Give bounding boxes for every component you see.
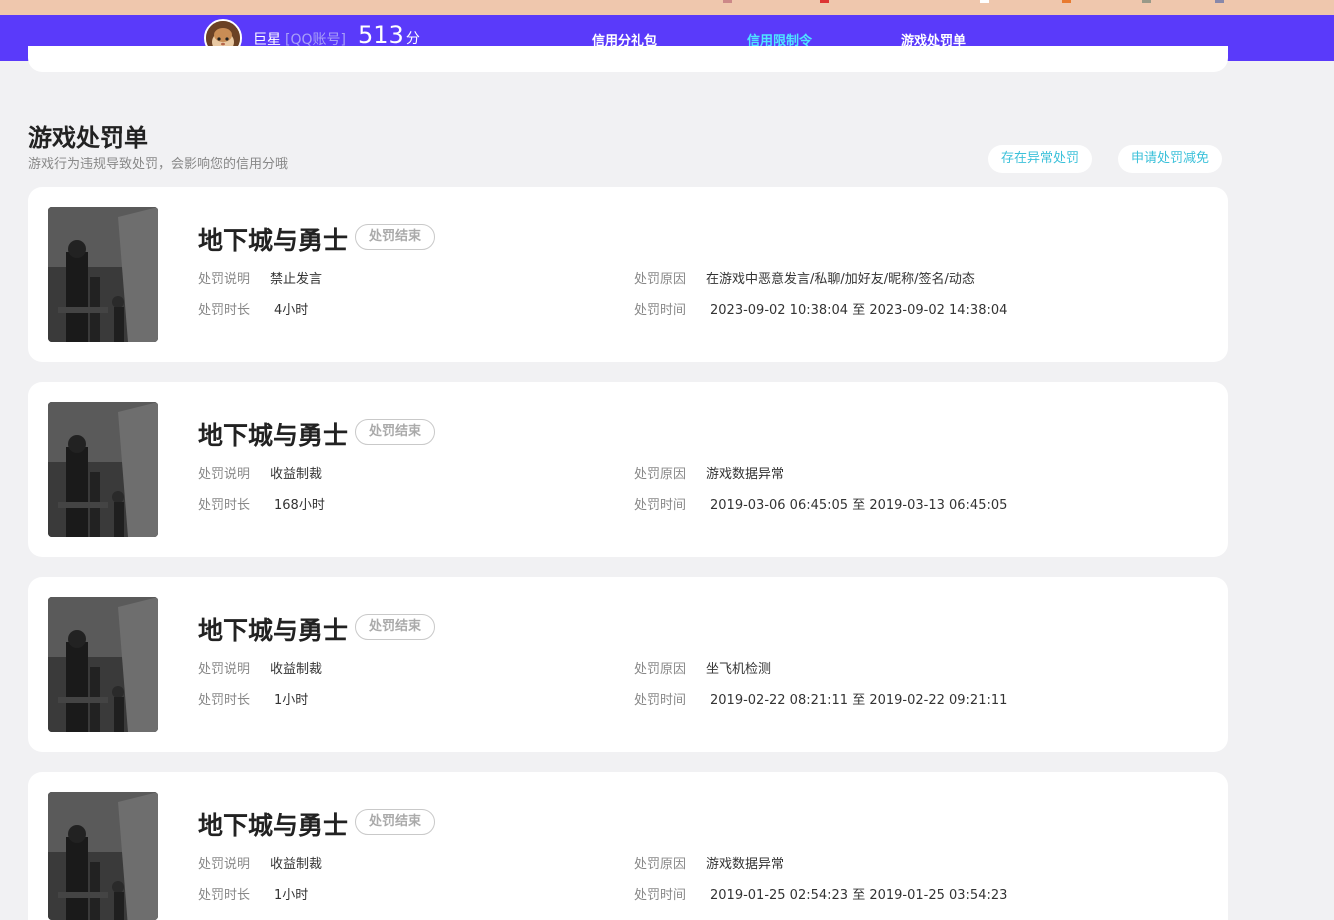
time-label: 处罚时间: [634, 888, 687, 903]
previous-card-edge: [28, 46, 1228, 72]
duration-value: 1小时: [274, 693, 309, 708]
toolbar-icon: [980, 0, 989, 3]
toolbar-icon: [1215, 0, 1224, 3]
time-label: 处罚时间: [634, 498, 687, 513]
credit-score-value: 513: [358, 21, 404, 49]
desc-value: 收益制裁: [270, 662, 323, 677]
duration-label: 处罚时长: [198, 303, 251, 318]
reason-value: 游戏数据异常: [706, 857, 785, 872]
duration-label: 处罚时长: [198, 888, 251, 903]
desc-label: 处罚说明: [198, 467, 251, 482]
time-label: 处罚时间: [634, 693, 687, 708]
desc-label: 处罚说明: [198, 272, 251, 287]
credit-score: 513 分: [358, 21, 420, 49]
credit-score-unit: 分: [405, 31, 420, 47]
duration-label: 处罚时长: [198, 693, 251, 708]
desc-value: 收益制裁: [270, 857, 323, 872]
game-cover-icon: [48, 597, 158, 732]
desc-label: 处罚说明: [198, 857, 251, 872]
reason-value: 坐飞机检测: [706, 662, 772, 677]
penalty-record: 地下城与勇士 处罚结束 处罚说明 收益制裁 处罚原因 游戏数据异常 处罚时长 1…: [28, 772, 1228, 920]
toolbar-icon: [1142, 0, 1151, 3]
penalty-record: 地下城与勇士 处罚结束 处罚说明 收益制裁 处罚原因 坐飞机检测 处罚时长 1小…: [28, 577, 1228, 752]
time-value: 2019-02-22 08:21:11 至 2019-02-22 09:21:1…: [710, 693, 1008, 708]
time-value: 2023-09-02 10:38:04 至 2023-09-02 14:38:0…: [710, 303, 1008, 318]
game-cover-image: [48, 402, 158, 537]
game-title: 地下城与勇士: [198, 811, 349, 840]
reason-label: 处罚原因: [634, 857, 687, 872]
reason-label: 处罚原因: [634, 662, 687, 677]
game-cover-icon: [48, 402, 158, 537]
game-cover-image: [48, 597, 158, 732]
reason-label: 处罚原因: [634, 272, 687, 287]
time-value: 2019-03-06 06:45:05 至 2019-03-13 06:45:0…: [710, 498, 1008, 513]
browser-toolbar-strip: [0, 0, 1334, 15]
status-badge: 处罚结束: [355, 419, 436, 445]
toolbar-icon: [723, 0, 732, 3]
game-cover-icon: [48, 207, 158, 342]
status-badge: 处罚结束: [355, 224, 436, 250]
toolbar-icon: [820, 0, 829, 3]
abnormal-penalty-button[interactable]: 存在异常处罚: [988, 145, 1093, 173]
game-cover-icon: [48, 792, 158, 920]
toolbar-icon: [1062, 0, 1071, 3]
status-badge: 处罚结束: [355, 614, 436, 640]
page-title: 游戏处罚单: [28, 124, 148, 152]
duration-value: 4小时: [274, 303, 309, 318]
duration-label: 处罚时长: [198, 498, 251, 513]
duration-value: 1小时: [274, 888, 309, 903]
penalty-record: 地下城与勇士 处罚结束 处罚说明 禁止发言 处罚原因 在游戏中恶意发言/私聊/加…: [28, 187, 1228, 362]
reason-value: 在游戏中恶意发言/私聊/加好友/昵称/签名/动态: [706, 272, 975, 287]
game-cover-image: [48, 792, 158, 920]
time-value: 2019-01-25 02:54:23 至 2019-01-25 03:54:2…: [710, 888, 1008, 903]
status-badge: 处罚结束: [355, 809, 436, 835]
penalty-record: 地下城与勇士 处罚结束 处罚说明 收益制裁 处罚原因 游戏数据异常 处罚时长 1…: [28, 382, 1228, 557]
desc-label: 处罚说明: [198, 662, 251, 677]
reason-label: 处罚原因: [634, 467, 687, 482]
game-cover-image: [48, 207, 158, 342]
desc-value: 禁止发言: [270, 272, 323, 287]
game-title: 地下城与勇士: [198, 226, 349, 255]
apply-penalty-reduction-button[interactable]: 申请处罚减免: [1118, 145, 1223, 173]
reason-value: 游戏数据异常: [706, 467, 785, 482]
page-subtitle: 游戏行为违规导致处罚，会影响您的信用分哦: [28, 157, 289, 172]
game-title: 地下城与勇士: [198, 421, 349, 450]
desc-value: 收益制裁: [270, 467, 323, 482]
duration-value: 168小时: [274, 498, 325, 513]
game-title: 地下城与勇士: [198, 616, 349, 645]
time-label: 处罚时间: [634, 303, 687, 318]
